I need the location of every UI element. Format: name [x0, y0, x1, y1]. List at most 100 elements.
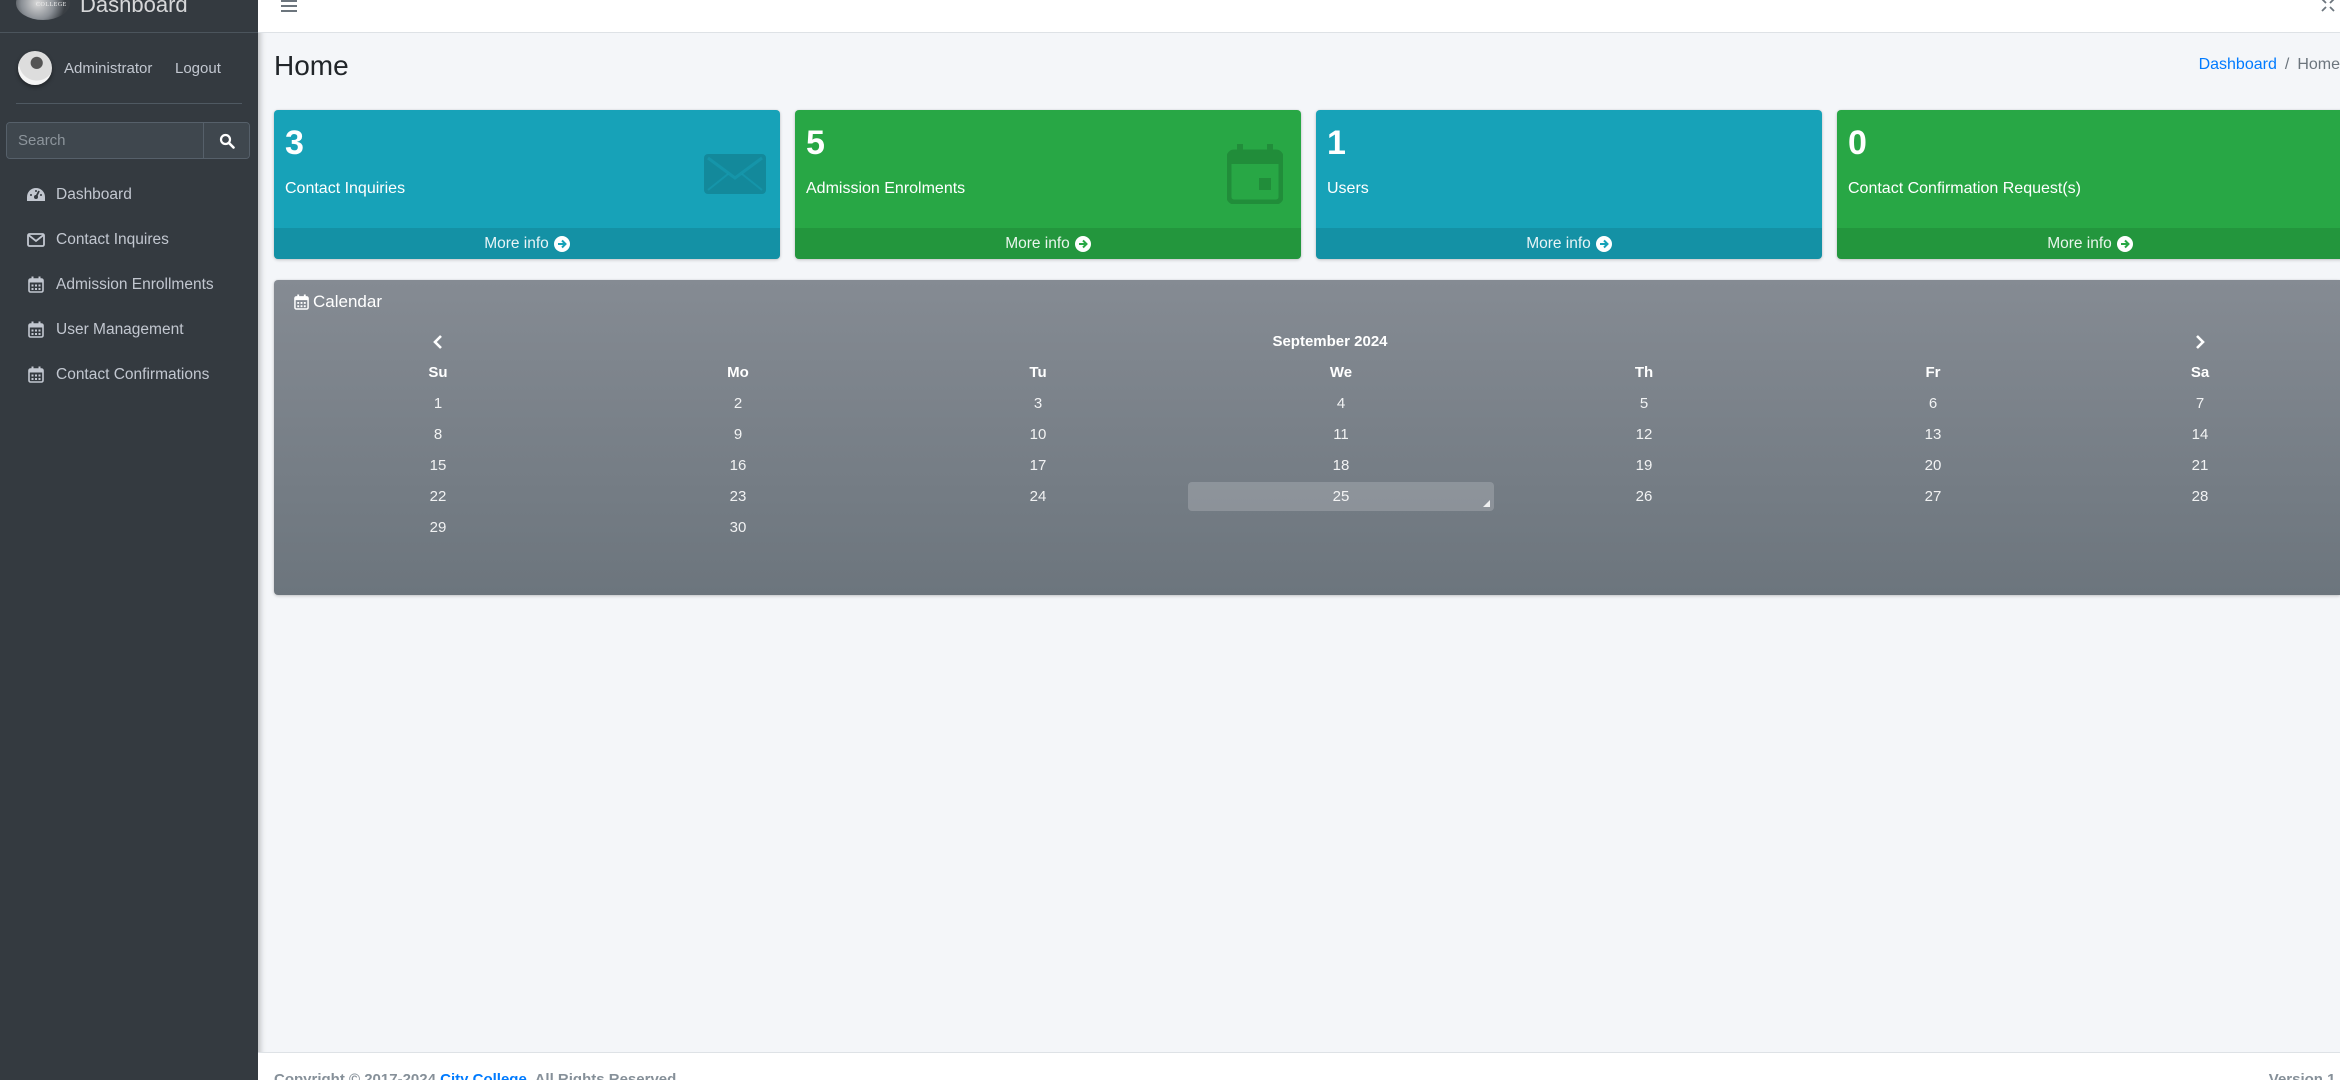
copyright-suffix: . All Rights Reserved.	[526, 1071, 681, 1080]
more-info-link[interactable]: More info	[1837, 228, 2340, 259]
calendar-day[interactable]: 30	[588, 513, 888, 542]
calendar-day[interactable]: 29	[288, 513, 588, 542]
calendar-card-header: Calendar	[294, 292, 382, 312]
arrow-circle-right-icon	[553, 235, 570, 252]
search-button[interactable]	[203, 123, 249, 158]
info-box-count: 0	[1848, 124, 1867, 162]
sidebar-item-contact-confirmations[interactable]: Contact Confirmations	[0, 352, 258, 397]
logout-link[interactable]: Logout	[175, 60, 221, 77]
calendar-day[interactable]: 6	[1794, 389, 2072, 418]
calendar-icon	[26, 320, 46, 340]
calendar-day[interactable]: 1	[288, 389, 588, 418]
chevron-right-icon	[2196, 334, 2205, 349]
more-info-link[interactable]: More info	[1316, 228, 1822, 259]
info-box-count: 3	[285, 124, 304, 162]
sidebar-item-label: Contact Confirmations	[56, 365, 210, 383]
calendar-week-row: 15 16 17 18 19 20 21	[288, 450, 2328, 481]
more-info-label: More info	[2047, 234, 2112, 252]
user-name[interactable]: Administrator	[64, 60, 152, 77]
more-info-link[interactable]: More info	[795, 228, 1301, 259]
college-logo: COLLEGE	[16, 0, 70, 20]
calendar-week-row: 1234567	[288, 388, 2328, 419]
sidebar-item-admission-enrollments[interactable]: Admission Enrollments	[0, 262, 258, 307]
calendar-day[interactable]: 16	[588, 451, 888, 480]
envelope-icon	[26, 230, 46, 250]
calendar-empty-cell	[2072, 513, 2328, 542]
month-year-switch[interactable]: September 2024	[588, 333, 2072, 350]
info-box-contact-inquiries: 3 Contact Inquiries More info	[274, 110, 780, 259]
calendar-grid: September 2024 Su Mo Tu We Th Fr Sa 1234567891…	[288, 326, 2328, 543]
info-box-contact-confirmations: 0 Contact Confirmation Request(s) More i…	[1837, 110, 2340, 259]
calendar-card: Calendar September 2024 Su Mo Tu We Th Fr Sa 1…	[274, 280, 2340, 595]
brand-link[interactable]: COLLEGE Dashboard	[0, 0, 258, 33]
info-box-label: Admission Enrolments	[806, 180, 966, 197]
calendar-day[interactable]: 21	[2072, 451, 2328, 480]
calendar-day[interactable]: 7	[2072, 389, 2328, 418]
calendar-day[interactable]: 27	[1794, 482, 2072, 511]
sidebar-item-dashboard[interactable]: Dashboard	[0, 172, 258, 217]
sidebar-item-label: User Management	[56, 320, 184, 338]
calendar-day[interactable]: 18	[1188, 451, 1494, 480]
prev-month-button[interactable]	[288, 334, 588, 349]
sidebar-item-label: Contact Inquires	[56, 230, 169, 248]
calendar-day[interactable]: 14	[2072, 420, 2328, 449]
envelope-icon	[704, 154, 766, 194]
sidebar-item-contact-inquires[interactable]: Contact Inquires	[0, 217, 258, 262]
more-info-link[interactable]: More info	[274, 228, 780, 259]
chevron-left-icon	[433, 334, 442, 349]
calendar-day[interactable]: 13	[1794, 420, 2072, 449]
calendar-day[interactable]: 23	[588, 482, 888, 511]
calendar-day[interactable]: 8	[288, 420, 588, 449]
calendar-day-today[interactable]: 25	[1188, 482, 1494, 511]
breadcrumb-dashboard-link[interactable]: Dashboard	[2199, 56, 2277, 73]
calendar-day[interactable]: 24	[888, 482, 1188, 511]
sidebar-search	[6, 122, 250, 159]
info-box-count: 1	[1327, 124, 1346, 162]
calendar-day[interactable]: 15	[288, 451, 588, 480]
sidebar-item-label: Dashboard	[56, 185, 132, 203]
calendar-icon	[26, 275, 46, 295]
info-box-label: Contact Inquiries	[285, 180, 406, 197]
fullscreen-button[interactable]	[2320, 0, 2336, 12]
breadcrumb-separator: /	[2284, 56, 2290, 73]
search-input[interactable]	[7, 123, 203, 158]
calendar-day[interactable]: 11	[1188, 420, 1494, 449]
version-text: Version 1.0	[2268, 1071, 2340, 1080]
calendar-day[interactable]: 4	[1188, 389, 1494, 418]
calendar-day[interactable]: 12	[1494, 420, 1794, 449]
tachometer-icon	[26, 185, 46, 205]
calendar-day[interactable]: 5	[1494, 389, 1794, 418]
sidebar-nav: Dashboard Contact Inquires Admission Enr…	[0, 172, 258, 397]
sidebar-item-user-management[interactable]: User Management	[0, 307, 258, 352]
arrow-circle-right-icon	[1074, 235, 1091, 252]
org-link[interactable]: City College	[440, 1071, 527, 1080]
calendar-empty-cell	[888, 513, 1188, 542]
breadcrumb-current: Home	[2297, 56, 2340, 73]
weekday-header: Fr	[1925, 364, 1941, 381]
weekday-header: Tu	[1029, 364, 1047, 381]
calendar-day[interactable]: 26	[1494, 482, 1794, 511]
calendar-icon	[26, 365, 46, 385]
calendar-day[interactable]: 28	[2072, 482, 2328, 511]
avatar	[18, 51, 52, 85]
calendar-day[interactable]: 22	[288, 482, 588, 511]
calendar-icon	[1227, 144, 1283, 204]
calendar-day[interactable]: 9	[588, 420, 888, 449]
info-box-count: 5	[806, 124, 825, 162]
page-title: Home	[274, 50, 349, 81]
calendar-day[interactable]: 17	[888, 451, 1188, 480]
expand-icon	[2321, 0, 2335, 12]
weekday-header: Su	[428, 364, 448, 381]
weekday-header: Th	[1634, 364, 1654, 381]
calendar-day[interactable]: 10	[888, 420, 1188, 449]
calendar-day[interactable]: 2	[588, 389, 888, 418]
arrow-circle-right-icon	[2116, 235, 2133, 252]
calendar-day[interactable]: 3	[888, 389, 1188, 418]
next-month-button[interactable]	[2072, 334, 2328, 349]
calendar-day[interactable]: 20	[1794, 451, 2072, 480]
menu-toggle-button[interactable]	[281, 0, 297, 12]
breadcrumb: Dashboard / Home	[2199, 56, 2340, 74]
calendar-nav-row: September 2024	[288, 326, 2328, 357]
top-navbar	[258, 0, 2340, 33]
calendar-day[interactable]: 19	[1494, 451, 1794, 480]
